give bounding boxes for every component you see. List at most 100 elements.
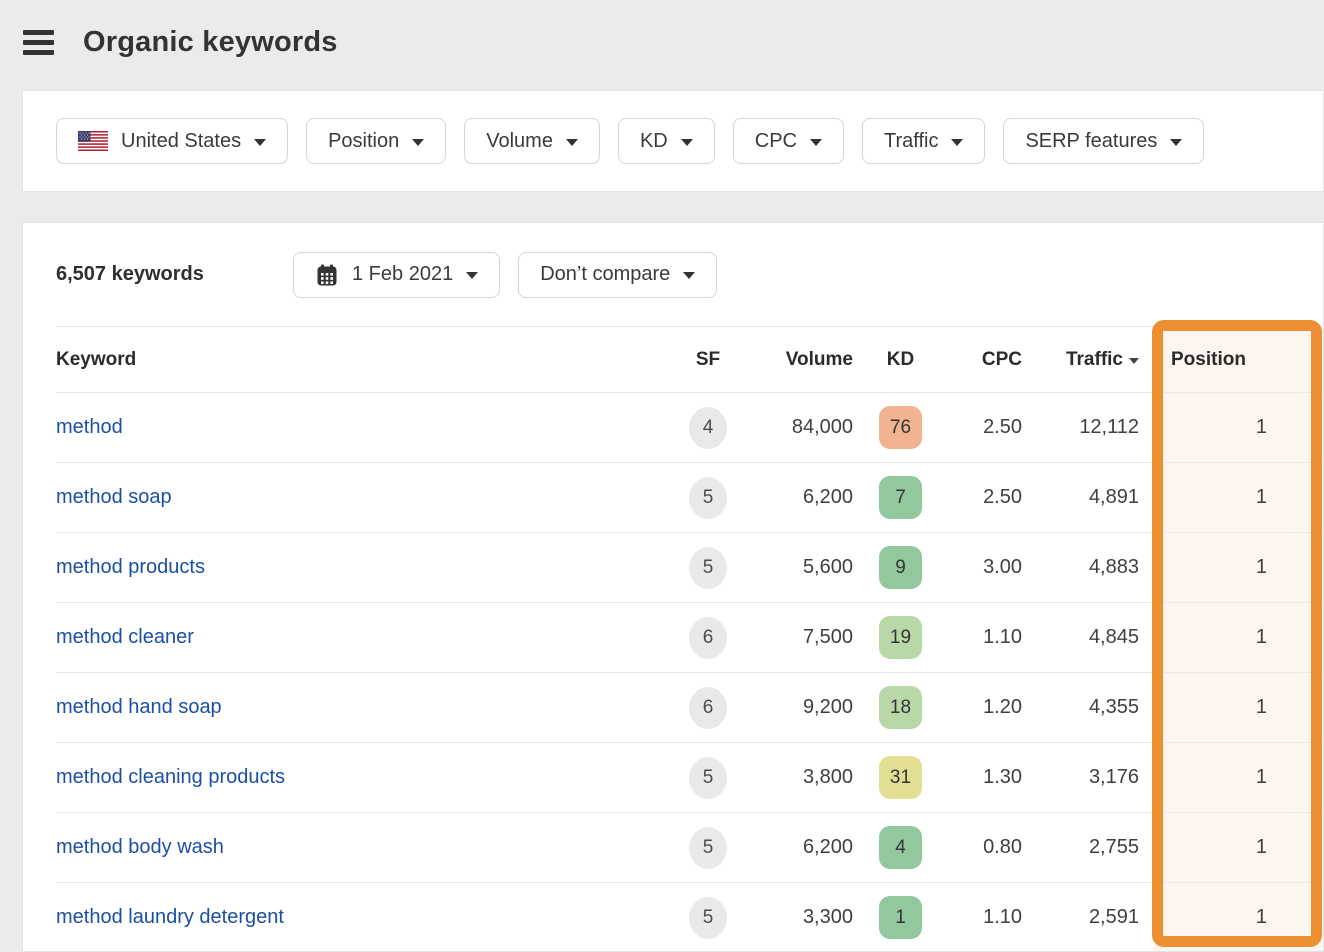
compare-mode-label: Don’t compare [540,263,670,286]
column-header-kd[interactable]: KD [858,327,943,392]
filter-traffic-button[interactable]: Traffic [862,118,985,164]
kd-cell: 31 [858,743,943,812]
filter-serp-features-button[interactable]: SERP features [1003,118,1204,164]
column-header-traffic[interactable]: Traffic [1033,327,1153,392]
cpc-cell: 1.20 [943,673,1033,742]
position-cell: 1 [1153,743,1324,812]
keyword-cell: method products [56,533,673,602]
keyword-cell: method cleaning products [56,743,673,812]
traffic-cell: 2,755 [1033,813,1153,882]
table-header-row: Keyword SF Volume KD CPC Traffic Positio… [56,327,1324,393]
sf-cell: 5 [673,883,743,952]
chevron-down-icon [683,272,695,279]
cpc-cell: 1.10 [943,883,1033,952]
chevron-down-icon [810,139,822,146]
sf-cell: 6 [673,673,743,742]
chevron-down-icon [951,139,963,146]
serp-features-badge: 6 [689,687,727,729]
serp-features-badge: 6 [689,617,727,659]
kd-badge: 7 [879,476,922,519]
filter-cpc-button[interactable]: CPC [733,118,844,164]
kd-cell: 7 [858,463,943,532]
position-cell: 1 [1153,673,1324,742]
position-cell: 1 [1153,883,1324,952]
volume-cell: 3,300 [743,883,858,952]
keyword-link[interactable]: method laundry detergent [56,906,284,929]
filter-country-button[interactable]: United States [56,118,288,164]
filter-position-button[interactable]: Position [306,118,446,164]
volume-cell: 5,600 [743,533,858,602]
position-cell: 1 [1153,393,1324,462]
kd-badge: 76 [879,406,922,449]
traffic-cell: 3,176 [1033,743,1153,812]
keywords-panel: 6,507 keywords 1 Feb 2021 Don’t compare [22,222,1324,952]
top-header: Organic keywords [0,0,1324,84]
column-header-sf[interactable]: SF [673,327,743,392]
volume-cell: 7,500 [743,603,858,672]
keyword-cell: method laundry detergent [56,883,673,952]
keyword-cell: method cleaner [56,603,673,672]
table-row: method soap56,20072.504,8911 [56,463,1324,533]
keyword-link[interactable]: method soap [56,486,172,509]
kd-cell: 19 [858,603,943,672]
sf-cell: 6 [673,603,743,672]
traffic-cell: 4,883 [1033,533,1153,602]
keyword-cell: method [56,393,673,462]
keyword-link[interactable]: method hand soap [56,696,222,719]
us-flag-icon [78,131,108,151]
compare-mode-button[interactable]: Don’t compare [518,252,717,298]
page-title: Organic keywords [83,26,338,59]
sort-descending-icon [1129,358,1139,364]
table-row: method cleaning products53,800311.303,17… [56,743,1324,813]
kd-cell: 76 [858,393,943,462]
position-cell: 1 [1153,603,1324,672]
table-row: method laundry detergent 53,300 1 1.102,591… [56,883,1324,952]
volume-cell: 84,000 [743,393,858,462]
date-picker-button[interactable]: 1 Feb 2021 [293,252,500,298]
volume-cell: 6,200 [743,463,858,532]
filter-volume-button[interactable]: Volume [464,118,600,164]
serp-features-badge: 5 [689,477,727,519]
keyword-link[interactable]: method body wash [56,836,224,859]
keyword-link[interactable]: method cleaner [56,626,194,649]
chevron-down-icon [681,139,693,146]
traffic-cell: 12,112 [1033,393,1153,462]
column-header-volume[interactable]: Volume [743,327,858,392]
kd-cell: 9 [858,533,943,602]
kd-badge: 18 [879,686,922,729]
filter-country-label: United States [121,130,241,153]
keyword-link[interactable]: method products [56,556,205,579]
sf-cell: 5 [673,743,743,812]
keyword-cell: method hand soap [56,673,673,742]
cpc-cell: 2.50 [943,393,1033,462]
position-cell: 1 [1153,813,1324,882]
traffic-cell: 4,355 [1033,673,1153,742]
table-row: method products55,60093.004,8831 [56,533,1324,603]
keyword-link[interactable]: method [56,416,123,439]
kd-badge: 1 [879,896,922,939]
table-row: method hand soap 6 9,200 18 1.204,3551 [56,673,1324,743]
serp-features-badge: 4 [689,407,727,449]
chevron-down-icon [1170,139,1182,146]
cpc-cell: 1.30 [943,743,1033,812]
table-toolbar: 6,507 keywords 1 Feb 2021 Don’t compare [23,223,1323,326]
position-cell: 1 [1153,463,1324,532]
calendar-icon [315,263,339,287]
filter-kd-button[interactable]: KD [618,118,715,164]
volume-cell: 9,200 [743,673,858,742]
traffic-cell: 4,891 [1033,463,1153,532]
serp-features-badge: 5 [689,547,727,589]
hamburger-menu-icon[interactable] [23,27,55,57]
column-header-position[interactable]: Position [1153,327,1324,392]
keyword-link[interactable]: method cleaning products [56,766,285,789]
sf-cell: 5 [673,533,743,602]
chevron-down-icon [412,139,424,146]
traffic-cell: 2,591 [1033,883,1153,952]
column-header-keyword[interactable]: Keyword [56,327,673,392]
table-row: method 4 84,000 76 2.5012,1121 [56,393,1324,463]
keywords-count: 6,507 keywords [56,263,261,286]
position-cell: 1 [1153,533,1324,602]
sf-cell: 5 [673,813,743,882]
column-header-cpc[interactable]: CPC [943,327,1033,392]
kd-badge: 31 [879,756,922,799]
